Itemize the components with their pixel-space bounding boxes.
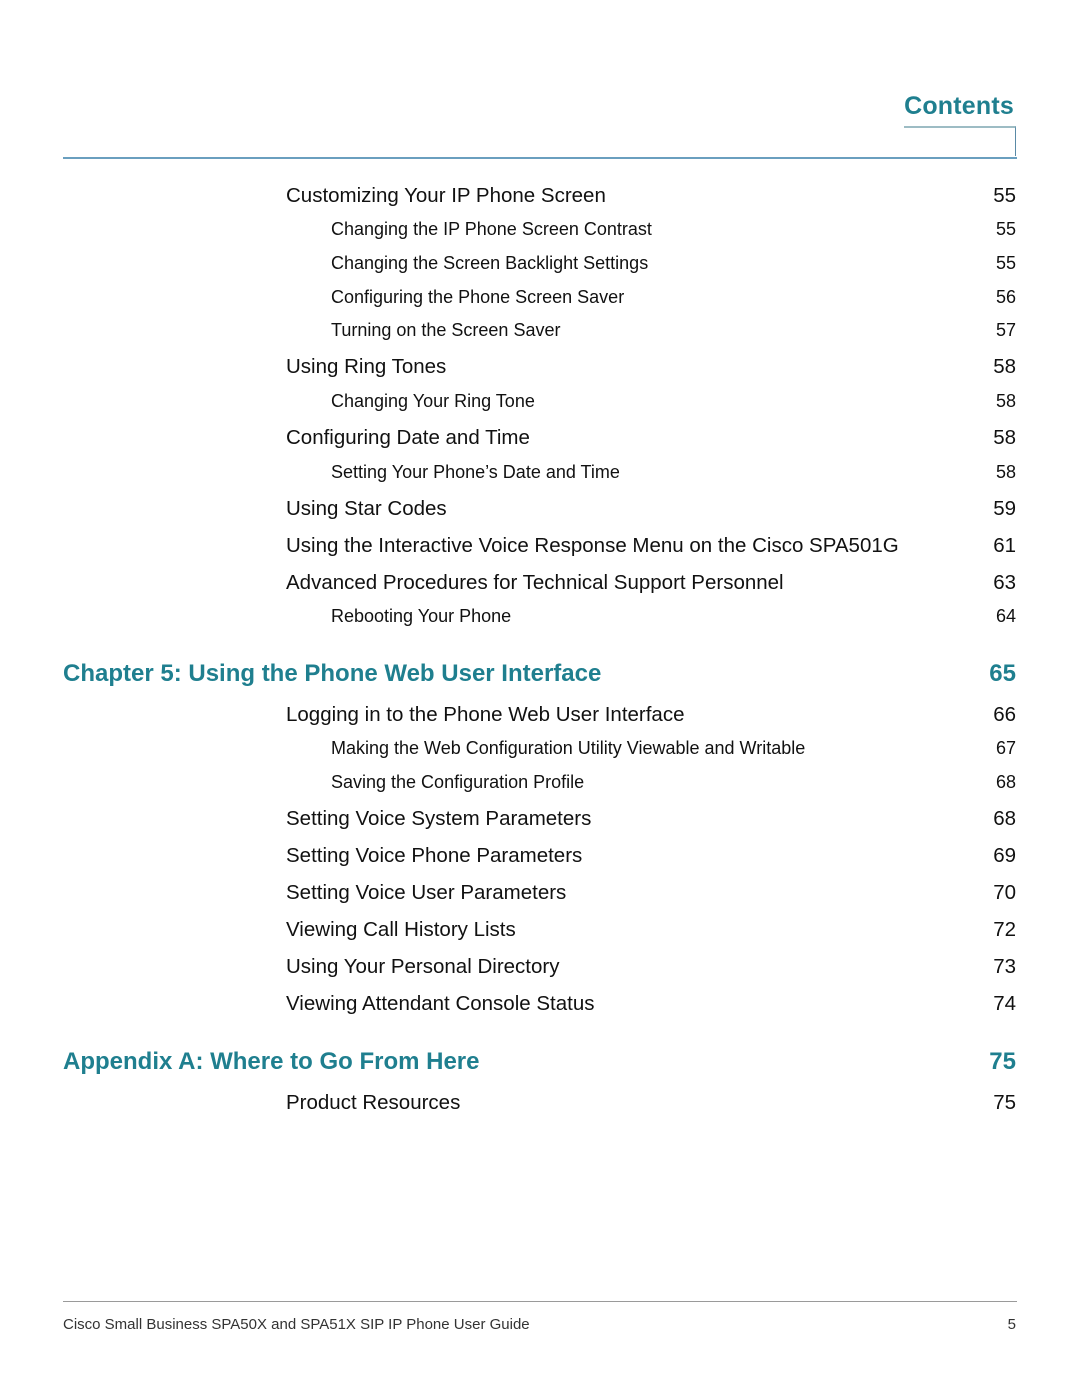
footer-text: Cisco Small Business SPA50X and SPA51X S…: [63, 1316, 530, 1333]
toc-entry-page[interactable]: 75: [989, 1048, 1016, 1076]
toc-entry-page[interactable]: 73: [993, 955, 1016, 979]
toc-entry-page[interactable]: 61: [993, 534, 1016, 558]
toc-entry-page[interactable]: 63: [993, 571, 1016, 595]
toc-entry[interactable]: Turning on the Screen Saver 57: [0, 320, 1080, 350]
toc-entry[interactable]: Making the Web Configuration Utility Vie…: [0, 738, 1080, 768]
toc-entry-page[interactable]: 58: [996, 462, 1016, 483]
toc-entry[interactable]: Using the Interactive Voice Response Men…: [0, 534, 1080, 564]
toc-entry-page[interactable]: 57: [996, 320, 1016, 341]
toc-entry[interactable]: Saving the Configuration Profile 68: [0, 772, 1080, 802]
toc-entry-page[interactable]: 75: [993, 1091, 1016, 1115]
toc-entry-title[interactable]: Setting Voice System Parameters: [286, 807, 591, 831]
toc-entry-page[interactable]: 55: [996, 219, 1016, 240]
toc-entry-title[interactable]: Using Star Codes: [286, 497, 447, 521]
toc-chapter-entry[interactable]: Chapter 5: Using the Phone Web User Inte…: [0, 660, 1080, 690]
footer-rule: [63, 1301, 1017, 1302]
toc-entry-page[interactable]: 58: [993, 426, 1016, 450]
toc-entry-page[interactable]: 58: [996, 391, 1016, 412]
toc-entry[interactable]: Changing the Screen Backlight Settings 55: [0, 253, 1080, 283]
toc-entry-title[interactable]: Setting Voice Phone Parameters: [286, 844, 582, 868]
toc-entry-title[interactable]: Chapter 5: Using the Phone Web User Inte…: [63, 660, 601, 688]
toc-entry-page[interactable]: 59: [993, 497, 1016, 521]
toc-entry-page[interactable]: 68: [993, 807, 1016, 831]
toc-entry[interactable]: Using Star Codes 59: [0, 497, 1080, 527]
header-rule: [63, 157, 1017, 159]
toc-entry-page[interactable]: 67: [996, 738, 1016, 759]
toc-entry-page[interactable]: 72: [993, 918, 1016, 942]
toc-entry-page[interactable]: 55: [993, 184, 1016, 208]
toc-entry-title[interactable]: Logging in to the Phone Web User Interfa…: [286, 703, 685, 727]
toc-entry[interactable]: Viewing Attendant Console Status 74: [0, 992, 1080, 1022]
toc-entry[interactable]: Customizing Your IP Phone Screen 55: [0, 184, 1080, 214]
toc-entry-page[interactable]: 55: [996, 253, 1016, 274]
toc-entry-title[interactable]: Rebooting Your Phone: [331, 606, 511, 627]
toc-entry[interactable]: Setting Your Phone’s Date and Time 58: [0, 462, 1080, 492]
toc-entry-title[interactable]: Using Your Personal Directory: [286, 955, 559, 979]
toc-entry[interactable]: Setting Voice System Parameters 68: [0, 807, 1080, 837]
toc-entry[interactable]: Changing Your Ring Tone 58: [0, 391, 1080, 421]
toc-entry[interactable]: Changing the IP Phone Screen Contrast 55: [0, 219, 1080, 249]
toc-entry-title[interactable]: Setting Your Phone’s Date and Time: [331, 462, 620, 483]
toc-entry-title[interactable]: Product Resources: [286, 1091, 460, 1115]
toc-chapter-entry[interactable]: Appendix A: Where to Go From Here 75: [0, 1048, 1080, 1078]
toc-entry-title[interactable]: Setting Voice User Parameters: [286, 881, 566, 905]
toc-entry[interactable]: Using Ring Tones 58: [0, 355, 1080, 385]
toc-entry-title[interactable]: Configuring the Phone Screen Saver: [331, 287, 624, 308]
toc-entry-title[interactable]: Configuring Date and Time: [286, 426, 530, 450]
toc-entry-page[interactable]: 58: [993, 355, 1016, 379]
contents-title: Contents: [904, 92, 1014, 120]
toc-entry-page[interactable]: 56: [996, 287, 1016, 308]
toc-entry[interactable]: Using Your Personal Directory 73: [0, 955, 1080, 985]
footer-page-number: 5: [1007, 1316, 1016, 1333]
toc-entry-page[interactable]: 66: [993, 703, 1016, 727]
toc-entry-title[interactable]: Turning on the Screen Saver: [331, 320, 560, 341]
toc-entry[interactable]: Configuring the Phone Screen Saver 56: [0, 287, 1080, 317]
toc-entry-page[interactable]: 70: [993, 881, 1016, 905]
toc-entry[interactable]: Configuring Date and Time 58: [0, 426, 1080, 456]
toc-entry-title[interactable]: Using the Interactive Voice Response Men…: [286, 534, 899, 558]
toc-entry-page[interactable]: 69: [993, 844, 1016, 868]
toc-entry-title[interactable]: Customizing Your IP Phone Screen: [286, 184, 606, 208]
toc-entry-title[interactable]: Viewing Call History Lists: [286, 918, 516, 942]
toc-entry-title[interactable]: Saving the Configuration Profile: [331, 772, 584, 793]
toc-entry-title[interactable]: Advanced Procedures for Technical Suppor…: [286, 571, 784, 595]
toc-entry-title[interactable]: Using Ring Tones: [286, 355, 446, 379]
toc-entry[interactable]: Viewing Call History Lists 72: [0, 918, 1080, 948]
toc-entry-title[interactable]: Making the Web Configuration Utility Vie…: [331, 738, 805, 759]
toc-entry-title[interactable]: Changing Your Ring Tone: [331, 391, 535, 412]
toc-entry[interactable]: Logging in to the Phone Web User Interfa…: [0, 703, 1080, 733]
toc-entry-page[interactable]: 65: [989, 660, 1016, 688]
toc-entry-title[interactable]: Viewing Attendant Console Status: [286, 992, 594, 1016]
toc-entry[interactable]: Setting Voice User Parameters 70: [0, 881, 1080, 911]
toc-entry-page[interactable]: 74: [993, 992, 1016, 1016]
toc-entry-title[interactable]: Changing the Screen Backlight Settings: [331, 253, 648, 274]
toc-entry-page[interactable]: 64: [996, 606, 1016, 627]
toc-entry-title[interactable]: Appendix A: Where to Go From Here: [63, 1048, 479, 1076]
toc-entry-page[interactable]: 68: [996, 772, 1016, 793]
toc-entry[interactable]: Setting Voice Phone Parameters 69: [0, 844, 1080, 874]
toc-entry[interactable]: Product Resources 75: [0, 1091, 1080, 1121]
toc-entry[interactable]: Advanced Procedures for Technical Suppor…: [0, 571, 1080, 601]
toc-entry-title[interactable]: Changing the IP Phone Screen Contrast: [331, 219, 652, 240]
contents-title-box: [904, 126, 1016, 156]
toc-entry[interactable]: Rebooting Your Phone 64: [0, 606, 1080, 636]
